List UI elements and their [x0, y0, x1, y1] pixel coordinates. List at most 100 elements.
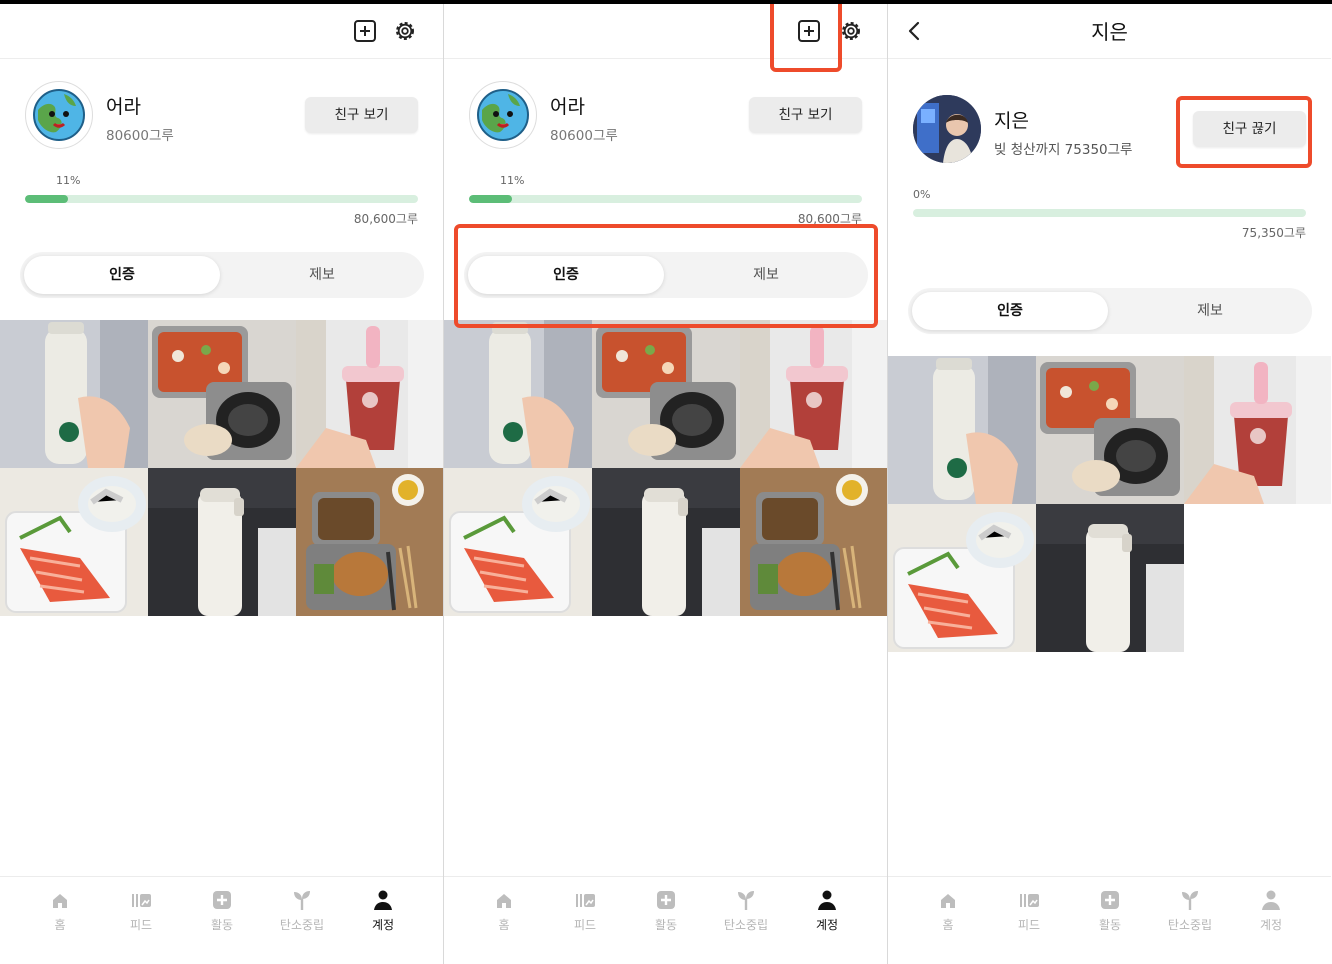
home-icon: [53, 894, 67, 908]
highlight-tab-switcher: [454, 224, 878, 328]
nav-item-home[interactable]: 홈: [908, 889, 988, 939]
nav-item-feed[interactable]: 피드: [545, 889, 625, 939]
bottom-nav: 홈 피드 활동 탄소중립 계정: [0, 876, 443, 964]
tab-switcher: 인증 제보: [20, 252, 424, 298]
nav-label-account: 계정: [1259, 918, 1283, 932]
screen-my-account-highlighted: 어라 80600그루 친구 보기 11% 80,600그루 인증 제보 홈 피드 활…: [444, 4, 887, 964]
profile-debt-count: 빚 청산까지 75350그루: [994, 142, 1133, 158]
progress-fill: [25, 195, 69, 203]
earth-avatar-icon: [33, 89, 85, 141]
nav-item-home[interactable]: 홈: [20, 889, 100, 939]
friend-photo-avatar: [913, 95, 981, 163]
sprout-icon: [1182, 891, 1198, 910]
tonkatsu-photo[interactable]: [296, 468, 443, 616]
progress-fill: [469, 195, 513, 203]
tab-report[interactable]: 제보: [224, 256, 420, 294]
nav-label-account: 계정: [815, 918, 839, 932]
tumbler-photo[interactable]: [0, 320, 148, 468]
activity-plus-icon: [213, 891, 231, 909]
lunchbox-photo[interactable]: [1036, 356, 1184, 504]
salmon-salad-photo[interactable]: [888, 504, 1036, 652]
nav-label-activity: 활동: [654, 918, 678, 932]
person-icon: [818, 890, 836, 910]
progress-bar: [469, 195, 862, 203]
gear-icon[interactable]: [392, 18, 418, 44]
tab-report[interactable]: 제보: [1112, 292, 1308, 330]
tea-cup-photo[interactable]: [1184, 356, 1331, 504]
nav-label-feed: 피드: [1017, 918, 1041, 932]
photo-grid: [444, 320, 887, 616]
person-icon: [374, 890, 392, 910]
avatar: [913, 95, 981, 163]
progress-total: 80,600그루: [353, 212, 418, 226]
nav-label-activity: 활동: [1098, 918, 1122, 932]
nav-label-home: 홈: [498, 918, 510, 932]
nav-item-activity[interactable]: 활동: [1070, 889, 1150, 939]
profile-name: 어라: [106, 96, 141, 118]
home-icon: [497, 894, 511, 908]
tumbler-photo[interactable]: [444, 320, 592, 468]
progress-bar: [25, 195, 418, 203]
view-friends-button[interactable]: 친구 보기: [749, 97, 862, 133]
avatar: [469, 81, 537, 149]
white-tumbler-photo[interactable]: [1036, 504, 1184, 652]
screen-my-account: 어라 80600그루 친구 보기 11% 80,600그루 인증 제보 홈 피드 활…: [0, 4, 443, 964]
home-icon: [941, 894, 955, 908]
tea-cup-photo[interactable]: [740, 320, 887, 468]
nav-item-home[interactable]: 홈: [464, 889, 544, 939]
nav-item-feed[interactable]: 피드: [989, 889, 1069, 939]
tab-verify[interactable]: 인증: [24, 256, 220, 294]
nav-item-feed[interactable]: 피드: [101, 889, 181, 939]
profile-tree-count: 80600그루: [106, 128, 174, 144]
activity-plus-icon: [1101, 891, 1119, 909]
highlight-unfriend-button: [1176, 96, 1312, 168]
nav-label-carbon: 탄소중립: [279, 918, 325, 932]
sprout-icon: [294, 891, 310, 910]
nav-label-account: 계정: [371, 918, 395, 932]
lunchbox-photo[interactable]: [592, 320, 740, 468]
nav-item-account[interactable]: 계정: [343, 889, 423, 939]
tonkatsu-photo[interactable]: [740, 468, 887, 616]
activity-plus-icon: [657, 891, 675, 909]
nav-label-carbon: 탄소중립: [723, 918, 769, 932]
profile-name: 어라: [550, 96, 585, 118]
feed-icon: [1020, 894, 1039, 907]
feed-icon: [576, 894, 595, 907]
sprout-icon: [738, 891, 754, 910]
feed-icon: [132, 894, 151, 907]
tea-cup-photo[interactable]: [296, 320, 443, 468]
nav-item-activity[interactable]: 활동: [182, 889, 262, 939]
profile-name: 지은: [994, 110, 1029, 132]
progress-percent: 11%: [56, 174, 81, 187]
nav-label-activity: 활동: [210, 918, 234, 932]
nav-label-carbon: 탄소중립: [1167, 918, 1213, 932]
nav-label-home: 홈: [942, 918, 954, 932]
screen-friend-profile: 지은 지은 빚 청산까지 75350그루 친구 끊기 0% 75,350그루 인…: [888, 4, 1331, 964]
view-friends-button[interactable]: 친구 보기: [305, 97, 418, 133]
white-tumbler-photo[interactable]: [148, 468, 296, 616]
nav-item-account[interactable]: 계정: [787, 889, 867, 939]
nav-item-carbon[interactable]: 탄소중립: [706, 889, 786, 939]
tab-verify[interactable]: 인증: [912, 292, 1108, 330]
bottom-nav: 홈 피드 활동 탄소중립 계정: [888, 876, 1331, 964]
photo-grid: [888, 356, 1331, 652]
salmon-salad-photo[interactable]: [444, 468, 592, 616]
nav-item-carbon[interactable]: 탄소중립: [1150, 889, 1230, 939]
nav-item-activity[interactable]: 활동: [626, 889, 706, 939]
progress-percent: 11%: [500, 174, 525, 187]
progress-bar: [913, 209, 1306, 217]
plus-square-icon[interactable]: [352, 18, 378, 44]
nav-label-feed: 피드: [573, 918, 597, 932]
nav-label-feed: 피드: [129, 918, 153, 932]
nav-item-account[interactable]: 계정: [1231, 889, 1311, 939]
highlight-add-button: [770, 4, 842, 72]
earth-avatar-icon: [477, 89, 529, 141]
lunchbox-photo[interactable]: [148, 320, 296, 468]
salmon-salad-photo[interactable]: [0, 468, 148, 616]
tumbler-photo[interactable]: [888, 356, 1036, 504]
avatar: [25, 81, 93, 149]
nav-item-carbon[interactable]: 탄소중립: [262, 889, 342, 939]
nav-label-home: 홈: [54, 918, 66, 932]
white-tumbler-photo[interactable]: [592, 468, 740, 616]
page-title: 지은: [1091, 20, 1128, 44]
